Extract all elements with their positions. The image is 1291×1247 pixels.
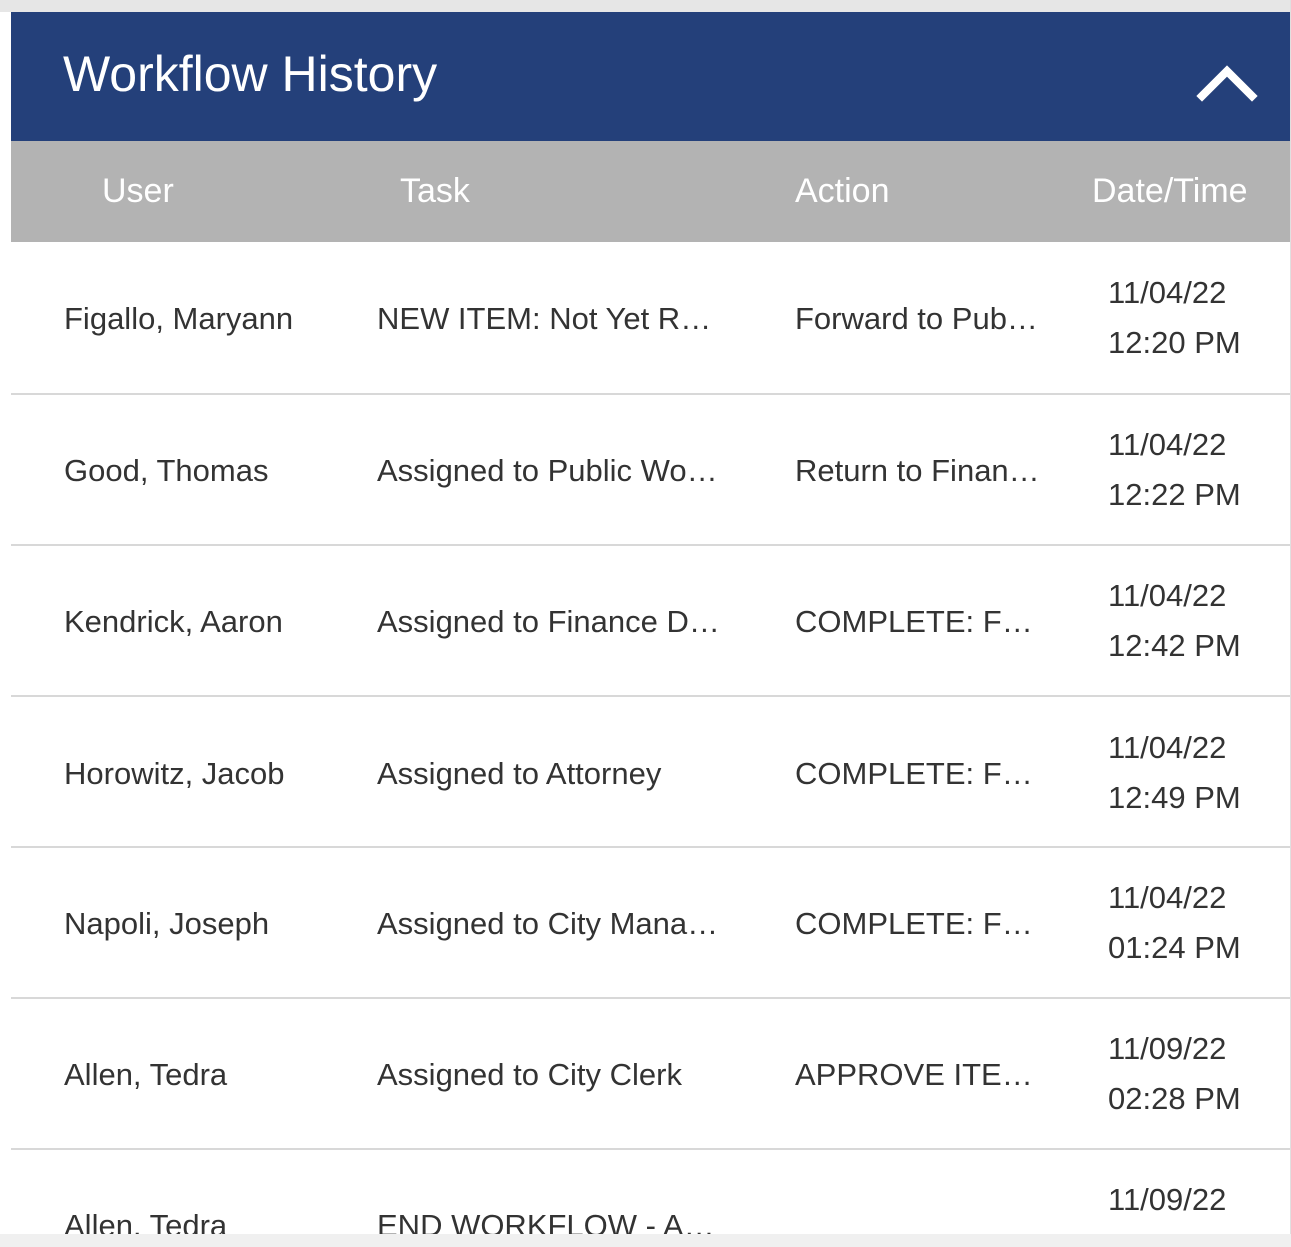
cell-task: Assigned to Public Wo… <box>377 453 718 488</box>
cell-time: 12:49 PM <box>1108 780 1241 815</box>
cell-time: 12:20 PM <box>1108 325 1241 360</box>
cell-action: Forward to Pub… <box>795 301 1038 336</box>
column-header-datetime[interactable]: Date/Time <box>1092 171 1248 211</box>
column-header-user[interactable]: User <box>102 171 174 211</box>
cell-task: Assigned to City Mana… <box>377 906 719 941</box>
cell-date: 11/04/22 <box>1108 578 1227 613</box>
column-header-action[interactable]: Action <box>795 171 890 211</box>
cell-user: Allen, Tedra <box>64 1208 228 1234</box>
cell-datetime: 11/04/22 12:20 PM <box>1108 268 1278 368</box>
cell-time: 02:28 PM <box>1108 1081 1241 1116</box>
cell-datetime: 11/09/22 <box>1108 1175 1278 1225</box>
workflow-history-screen: Workflow History User Task Action Date/T… <box>0 0 1291 1247</box>
table-row[interactable]: Figallo, Maryann NEW ITEM: Not Yet R… Fo… <box>11 242 1290 395</box>
cell-task: Assigned to Finance D… <box>377 604 720 639</box>
panel-title: Workflow History <box>63 46 438 102</box>
top-strip <box>0 0 1291 12</box>
table-row[interactable]: Allen, Tedra Assigned to City Clerk APPR… <box>11 999 1290 1150</box>
chevron-up-icon <box>1196 65 1258 102</box>
cell-user: Horowitz, Jacob <box>64 756 285 791</box>
cell-date: 11/09/22 <box>1108 1182 1227 1217</box>
cell-user: Napoli, Joseph <box>64 906 270 941</box>
table-row[interactable]: Allen, Tedra END WORKFLOW - A… 11/09/22 <box>11 1150 1290 1234</box>
cell-action: APPROVE ITE… <box>795 1057 1033 1092</box>
bottom-strip <box>0 1234 1291 1247</box>
table-row[interactable]: Good, Thomas Assigned to Public Wo… Retu… <box>11 395 1290 546</box>
column-header-row: User Task Action Date/Time <box>11 141 1290 242</box>
cell-action: COMPLETE: F… <box>795 906 1033 941</box>
cell-action: COMPLETE: F… <box>795 604 1033 639</box>
collapse-button[interactable] <box>1196 62 1272 122</box>
panel-header[interactable]: Workflow History <box>11 12 1290 141</box>
cell-date: 11/04/22 <box>1108 427 1227 462</box>
cell-user: Good, Thomas <box>64 453 269 488</box>
table-row[interactable]: Horowitz, Jacob Assigned to Attorney COM… <box>11 697 1290 848</box>
cell-user: Allen, Tedra <box>64 1057 228 1092</box>
cell-user: Figallo, Maryann <box>64 301 294 336</box>
table-row[interactable]: Napoli, Joseph Assigned to City Mana… CO… <box>11 848 1290 999</box>
cell-date: 11/04/22 <box>1108 275 1227 310</box>
cell-datetime: 11/04/22 01:24 PM <box>1108 873 1278 973</box>
cell-task: NEW ITEM: Not Yet R… <box>377 301 712 336</box>
column-header-task[interactable]: Task <box>400 171 470 211</box>
cell-datetime: 11/04/22 12:42 PM <box>1108 571 1278 671</box>
workflow-history-table-body: Figallo, Maryann NEW ITEM: Not Yet R… Fo… <box>11 242 1290 1234</box>
cell-task: Assigned to City Clerk <box>377 1057 682 1092</box>
cell-date: 11/04/22 <box>1108 730 1227 765</box>
cell-datetime: 11/04/22 12:22 PM <box>1108 420 1278 520</box>
cell-action: Return to Finan… <box>795 453 1040 488</box>
cell-date: 11/09/22 <box>1108 1031 1227 1066</box>
cell-user: Kendrick, Aaron <box>64 604 283 639</box>
cell-time: 12:22 PM <box>1108 477 1241 512</box>
cell-task: Assigned to Attorney <box>377 756 662 791</box>
cell-date: 11/04/22 <box>1108 880 1227 915</box>
cell-datetime: 11/09/22 02:28 PM <box>1108 1024 1278 1124</box>
cell-datetime: 11/04/22 12:49 PM <box>1108 723 1278 823</box>
cell-action: COMPLETE: F… <box>795 756 1033 791</box>
workflow-history-panel: Workflow History User Task Action Date/T… <box>11 12 1290 1234</box>
cell-time: 01:24 PM <box>1108 930 1241 965</box>
table-row[interactable]: Kendrick, Aaron Assigned to Finance D… C… <box>11 546 1290 697</box>
cell-time: 12:42 PM <box>1108 628 1241 663</box>
cell-task: END WORKFLOW - A… <box>377 1208 715 1234</box>
